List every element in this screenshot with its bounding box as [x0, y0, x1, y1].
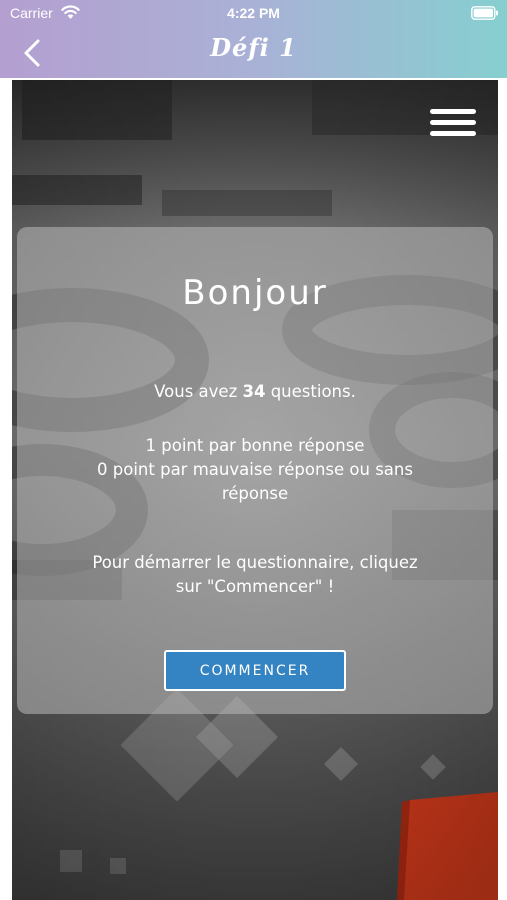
navigation-header: Carrier 4:22 PM Défi 1 [0, 0, 507, 78]
instruction-line2: sur "Commencer" ! [175, 577, 335, 596]
menu-bar-1 [430, 109, 476, 114]
battery-icon [471, 6, 498, 20]
questions-suffix: questions. [265, 382, 356, 401]
menu-bar-3 [430, 131, 476, 136]
rule-bad-answer-line2: réponse [221, 484, 289, 503]
rule-bad-answer-line1: 0 point par mauvaise réponse ou sans [97, 460, 413, 479]
card-title: Bonjour [182, 273, 328, 313]
instruction-line1: Pour démarrer le questionnaire, cliquez [92, 553, 418, 572]
questions-count: 34 [242, 382, 266, 401]
hamburger-menu-button[interactable] [430, 109, 476, 143]
page-title: Défi 1 [210, 33, 297, 62]
questions-prefix: Vous avez [154, 382, 243, 401]
start-button[interactable]: COMMENCER [164, 650, 346, 691]
status-time: 4:22 PM [227, 5, 280, 21]
menu-bar-2 [430, 120, 476, 125]
hero-background: Bonjour Vous avez 34 questions. 1 point … [12, 80, 498, 900]
status-bar: Carrier 4:22 PM [0, 0, 507, 28]
welcome-card: Bonjour Vous avez 34 questions. 1 point … [17, 227, 493, 714]
question-count-line: Vous avez 34 questions. [17, 380, 493, 404]
rule-good-answer: 1 point par bonne réponse [145, 436, 365, 455]
